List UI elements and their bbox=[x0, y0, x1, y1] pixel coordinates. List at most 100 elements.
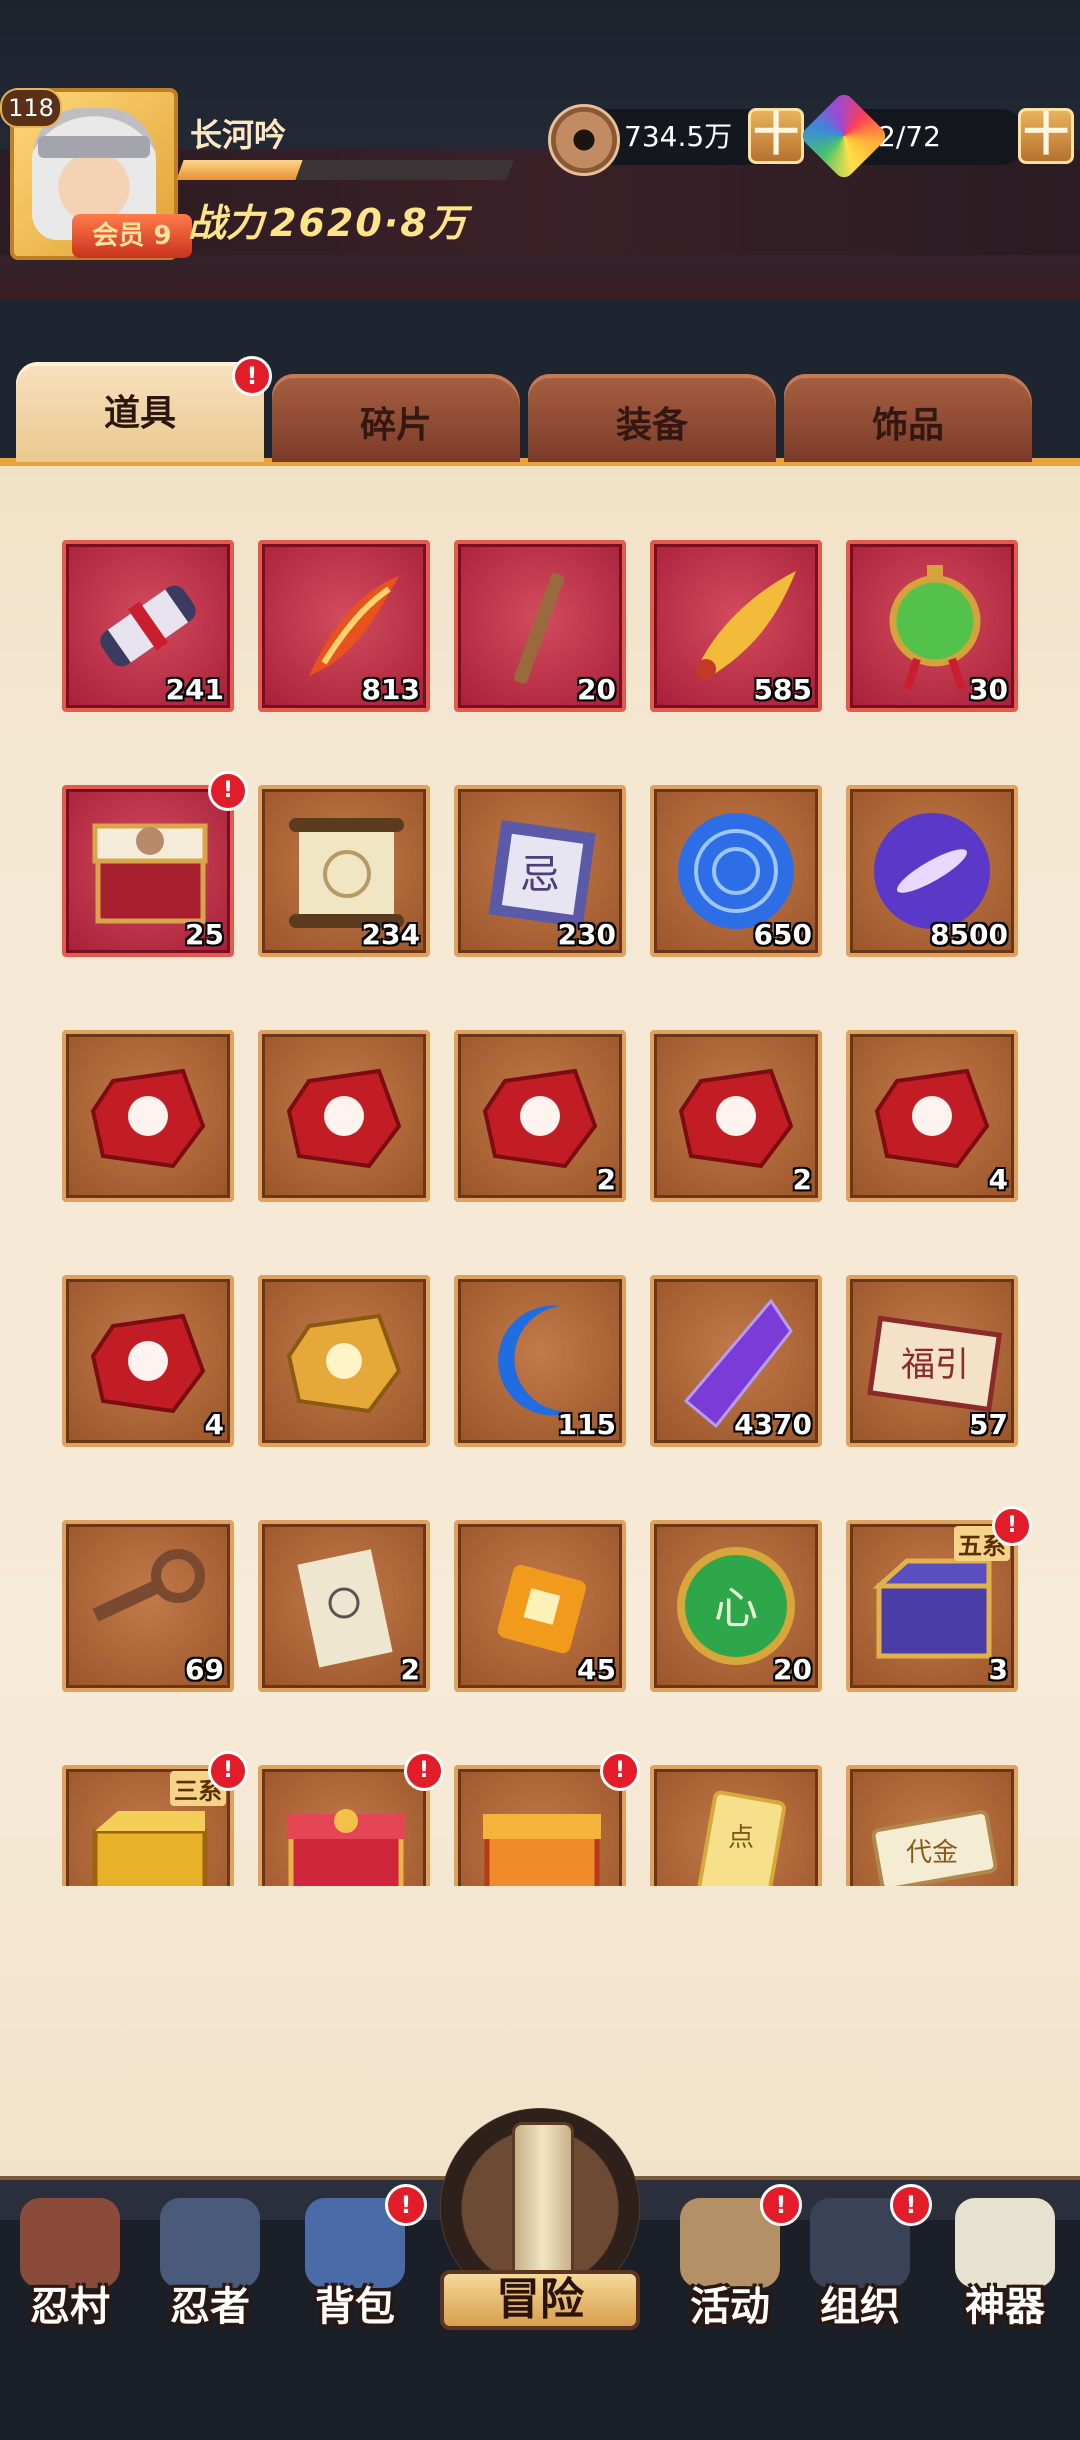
item-count: 585 bbox=[753, 673, 812, 706]
item-count: 234 bbox=[361, 918, 420, 951]
avatar-headband-icon bbox=[38, 136, 150, 158]
inventory-slot[interactable]: 20 bbox=[454, 540, 626, 712]
power-value: 2620·8万 bbox=[270, 201, 469, 245]
svg-text:福引: 福引 bbox=[901, 1345, 969, 1385]
item-count: 4 bbox=[988, 1163, 1008, 1196]
tab-0[interactable]: 道具 bbox=[16, 362, 264, 462]
inventory-slot[interactable]: 3 五系 bbox=[846, 1520, 1018, 1692]
paper-scroll-icon bbox=[269, 1531, 419, 1685]
nav-alert-badge: ! bbox=[385, 2184, 427, 2226]
nav-drum[interactable]: 活动! bbox=[660, 2184, 802, 2338]
item-count: 813 bbox=[361, 673, 420, 706]
item-alert-badge: ! bbox=[208, 1751, 248, 1791]
red-rune-figure-icon bbox=[465, 1041, 615, 1195]
inventory-slot[interactable]: 813 bbox=[258, 540, 430, 712]
item-alert-badge: ! bbox=[404, 1751, 444, 1791]
item-count: 30 bbox=[969, 673, 1008, 706]
nav-artifact-book[interactable]: 神器 bbox=[935, 2188, 1075, 2338]
item-count: 2 bbox=[400, 1653, 420, 1686]
gold-gift-box-icon bbox=[465, 1776, 615, 1886]
inventory-slot[interactable]: 4 bbox=[62, 1275, 234, 1447]
gold-rune-icon bbox=[269, 1286, 419, 1440]
item-count: 2 bbox=[792, 1163, 812, 1196]
svg-text:代金: 代金 bbox=[906, 1838, 958, 1868]
inventory-slot[interactable]: 650 bbox=[650, 785, 822, 957]
item-count: 45 bbox=[577, 1653, 616, 1686]
nav-label: 背包 bbox=[315, 2284, 395, 2330]
inventory-slot[interactable] bbox=[62, 1030, 234, 1202]
inventory-slot[interactable]: 241 bbox=[62, 540, 234, 712]
svg-text:心: 心 bbox=[714, 1583, 758, 1634]
nav-alert-badge: ! bbox=[890, 2184, 932, 2226]
item-count: 69 bbox=[185, 1653, 224, 1686]
inventory-slot[interactable] bbox=[258, 1030, 430, 1202]
red-rune-eye-icon bbox=[73, 1286, 223, 1440]
item-alert-badge: ! bbox=[208, 771, 248, 811]
coin-value: 734.5万 bbox=[624, 120, 733, 153]
point-card-icon: 点 bbox=[661, 1776, 811, 1886]
inventory-slot[interactable]: 忌 230 bbox=[454, 785, 626, 957]
inventory-slot[interactable]: 2 bbox=[454, 1030, 626, 1202]
inventory-slot[interactable]: 传奇自选 bbox=[258, 1765, 430, 1886]
red-rune-fist-icon bbox=[661, 1041, 811, 1195]
nav-label: 忍村 bbox=[30, 2284, 110, 2330]
red-gift-box-icon bbox=[269, 1776, 419, 1886]
item-alert-badge: ! bbox=[992, 1506, 1032, 1546]
item-count: 4370 bbox=[734, 1408, 812, 1441]
item-count: 4 bbox=[204, 1408, 224, 1441]
inventory-slot[interactable]: 25 bbox=[62, 785, 234, 957]
item-count: 115 bbox=[557, 1408, 616, 1441]
nav-ninja-head[interactable]: 忍者 bbox=[140, 2188, 280, 2338]
nav-adventure[interactable]: 冒险 bbox=[440, 2108, 640, 2338]
power-label: 战力 bbox=[188, 201, 265, 245]
tab-label: 饰品 bbox=[871, 405, 944, 446]
inventory-slot[interactable]: 点 bbox=[650, 1765, 822, 1886]
item-count: 20 bbox=[773, 1653, 812, 1686]
player-level: 118 bbox=[0, 88, 62, 128]
inventory-slot[interactable]: 585 bbox=[650, 540, 822, 712]
add-gem-button[interactable]: 十 bbox=[1018, 108, 1074, 164]
inventory-slot[interactable]: 三系自选 bbox=[62, 1765, 234, 1886]
item-count: 57 bbox=[969, 1408, 1008, 1441]
inventory-slot[interactable]: 2 bbox=[258, 1520, 430, 1692]
add-coin-button[interactable]: 十 bbox=[748, 108, 804, 164]
adventure-scroll-icon bbox=[512, 2122, 574, 2288]
item-count: 2 bbox=[596, 1163, 616, 1196]
inventory-slot[interactable]: 福引 57 bbox=[846, 1275, 1018, 1447]
tab-1[interactable]: 碎片 bbox=[272, 374, 520, 462]
item-count: 8500 bbox=[930, 918, 1008, 951]
red-rune-shield-icon bbox=[269, 1041, 419, 1195]
svg-text:忌: 忌 bbox=[520, 852, 560, 898]
inventory-slot[interactable]: 4 bbox=[846, 1030, 1018, 1202]
nav-organization-ninja[interactable]: 组织! bbox=[790, 2184, 932, 2338]
inventory-slot[interactable]: 115 bbox=[454, 1275, 626, 1447]
inventory-slot[interactable] bbox=[454, 1765, 626, 1886]
nav-backpack[interactable]: 背包! bbox=[285, 2184, 427, 2338]
inventory-slot[interactable]: 30 bbox=[846, 540, 1018, 712]
voucher-icon: 代金 bbox=[857, 1776, 1007, 1886]
tab-3[interactable]: 饰品 bbox=[784, 374, 1032, 462]
item-grid: 241 813 20 585 30 25! 234 忌 230 650 8500 2 2 4 4 115 437… bbox=[0, 520, 1080, 1886]
gem-value: 2/72 bbox=[878, 120, 941, 153]
item-count: 650 bbox=[753, 918, 812, 951]
item-count: 20 bbox=[577, 673, 616, 706]
item-count: 230 bbox=[557, 918, 616, 951]
nav-label: 忍者 bbox=[170, 2284, 250, 2330]
inventory-slot[interactable]: 心 20 bbox=[650, 1520, 822, 1692]
nav-village-gate[interactable]: 忍村 bbox=[0, 2188, 140, 2338]
inventory-slot[interactable]: 代金 bbox=[846, 1765, 1018, 1886]
inventory-slot[interactable]: 2 bbox=[650, 1030, 822, 1202]
tab-label: 碎片 bbox=[359, 405, 432, 446]
red-rune-target-icon bbox=[857, 1041, 1007, 1195]
tab-items-badge: ! bbox=[232, 356, 272, 396]
inventory-slot[interactable]: 234 bbox=[258, 785, 430, 957]
copper-coin-icon bbox=[548, 104, 620, 176]
item-count: 25 bbox=[185, 918, 224, 951]
inventory-slot[interactable]: 8500 bbox=[846, 785, 1018, 957]
inventory-slot[interactable] bbox=[258, 1275, 430, 1447]
inventory-slot[interactable]: 45 bbox=[454, 1520, 626, 1692]
vip-badge[interactable]: 会员 9 bbox=[72, 214, 192, 258]
tab-2[interactable]: 装备 bbox=[528, 374, 776, 462]
inventory-slot[interactable]: 4370 bbox=[650, 1275, 822, 1447]
inventory-slot[interactable]: 69 bbox=[62, 1520, 234, 1692]
